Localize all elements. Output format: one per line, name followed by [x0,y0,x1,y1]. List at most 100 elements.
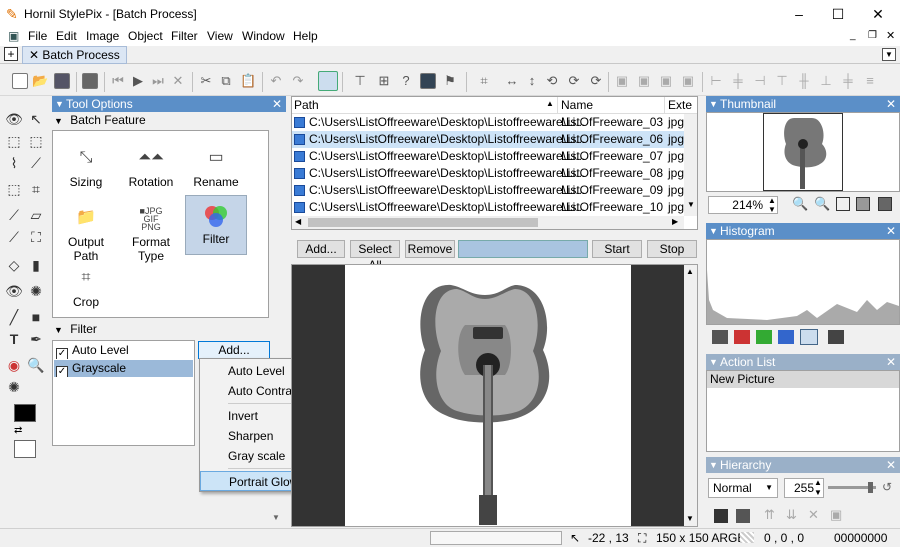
eye-icon[interactable]: 👁 [5,110,23,128]
flip-horizontal-icon[interactable]: ↔ [504,73,520,89]
batch-feature-collapse-icon[interactable]: ▼ [54,116,63,126]
actual-size-icon[interactable] [856,197,870,211]
flip-vertical-icon[interactable]: ↕ [524,73,540,89]
menu-view[interactable]: View [207,29,233,43]
menu-file[interactable]: File [28,29,47,43]
scroll-right-icon[interactable]: ▶ [672,217,678,226]
file-list-hscrollbar[interactable]: ◀ ▶ [292,216,684,229]
stop-icon[interactable]: ✕ [170,73,186,89]
crop-icon[interactable]: ⌗ [476,73,492,89]
color-picker-icon[interactable]: ◉ [5,356,23,374]
crop-tool-icon[interactable]: ⌗ [27,180,45,198]
hand-icon[interactable]: ✺ [5,378,23,396]
fit-window-icon[interactable] [836,197,850,211]
remove-button[interactable]: Remove [405,240,455,258]
panel-toggle-icon[interactable] [318,71,338,91]
swap-colors-icon[interactable]: ⇄ [14,426,26,436]
hierarchy-close-icon[interactable]: ✕ [886,457,896,473]
background-color-swatch[interactable] [14,440,36,458]
eraser-icon[interactable]: ▱ [27,206,45,224]
zoom-spin-icon[interactable]: ▲ [768,196,776,205]
red-eye-icon[interactable]: 👁 [5,282,23,300]
first-icon[interactable]: ⏮ [110,73,126,89]
help-grid-icon[interactable]: ? [398,73,414,89]
move-down-icon[interactable]: ⇊ [786,507,797,523]
collapse-icon[interactable]: ▼ [55,96,64,112]
collapse-icon[interactable]: ▼ [709,354,718,370]
rotate-right-icon[interactable]: ⟳ [566,73,582,89]
filter-collapse-icon[interactable]: ▼ [54,325,63,335]
ruler-icon[interactable]: ⊞ [376,73,392,89]
scroll-down-icon[interactable]: ▼ [687,200,695,209]
marquee-icon[interactable]: ⬚ [27,132,45,150]
menu-object[interactable]: Object [128,29,163,43]
zoom-icon[interactable]: 🔍 [27,356,45,374]
distribute-h-icon[interactable]: ╪ [840,73,856,89]
channel-red-icon[interactable] [734,330,750,344]
scroll-left-icon[interactable]: ◀ [295,217,301,226]
thumbnail-close-icon[interactable]: ✕ [886,96,896,112]
pin-icon[interactable]: ⚑ [442,73,458,89]
menu-window[interactable]: Window [242,29,285,43]
zoom-out-icon[interactable]: 🔍 [814,196,830,212]
start-button[interactable]: Start [592,240,642,258]
mdi-restore-icon[interactable]: ❐ [868,30,877,41]
file-row[interactable]: C:\Users\ListOffreeware\Desktop\Listoffr… [292,199,684,216]
align-right-icon[interactable]: ⊣ [752,73,768,89]
rotate-90-icon[interactable]: ⟳ [588,73,604,89]
zoom-spin-icon[interactable]: ▼ [768,205,776,214]
clone-icon[interactable]: ⟋ [5,228,23,246]
menu-image[interactable]: Image [86,29,119,43]
transform-icon[interactable]: ⬚ [5,180,23,198]
open-icon[interactable]: 📂 [32,73,48,89]
new-tab-icon[interactable]: + [4,47,18,61]
collapse-icon[interactable]: ▼ [709,96,718,112]
fill-icon[interactable]: ⛶ [27,228,45,246]
file-row-selected[interactable]: C:\Users\ListOffreeware\Desktop\Listoffr… [292,131,684,148]
batch-item-rotation[interactable]: ⏶⏶ Rotation [120,139,182,199]
arrange-forward-icon[interactable]: ▣ [636,73,652,89]
foreground-color-swatch[interactable] [14,404,36,422]
file-list-scrollbar[interactable]: ▼ [684,114,697,216]
file-row[interactable]: C:\Users\ListOffreeware\Desktop\Listoffr… [292,148,684,165]
copy-icon[interactable]: ⧉ [218,73,234,89]
file-row[interactable]: C:\Users\ListOffreeware\Desktop\Listoffr… [292,114,684,131]
scroll-thumb[interactable] [308,218,538,227]
reset-icon[interactable]: ↺ [882,480,892,494]
channel-luminance-icon[interactable] [800,329,818,345]
tab-close-icon[interactable]: ✕ [29,48,39,62]
opacity-slider-thumb[interactable] [868,482,873,493]
select-all-button[interactable]: Select All [350,240,400,272]
scroll-down-icon[interactable]: ▼ [272,513,280,522]
align-center-icon[interactable]: ╪ [730,73,746,89]
cut-icon[interactable]: ✂ [198,73,214,89]
file-row[interactable]: C:\Users\ListOffreeware\Desktop\Listoffr… [292,165,684,182]
print-icon[interactable] [82,73,98,89]
new-icon[interactable] [12,73,28,89]
menu-filter[interactable]: Filter [171,29,198,43]
delete-layer-icon[interactable]: ✕ [808,507,819,523]
shape-icon[interactable]: ■ [27,308,45,326]
tool-options-close-icon[interactable]: ✕ [272,96,282,112]
brush-icon[interactable]: ⟋ [5,206,23,224]
align-bottom-icon[interactable]: ⊥ [818,73,834,89]
channel-all-icon[interactable] [828,330,844,344]
filter-item-selected[interactable]: ✓ Grayscale [54,360,193,377]
rotate-left-icon[interactable]: ⟲ [544,73,560,89]
maximize-button[interactable]: ☐ [823,4,853,24]
tab-batch-process[interactable]: ✕ Batch Process [22,46,127,64]
menu-edit[interactable]: Edit [56,29,77,43]
grid-icon[interactable]: ⊤ [352,73,368,89]
pen-icon[interactable]: ✒ [27,330,45,348]
redo-icon[interactable]: ↷ [290,73,306,89]
last-icon[interactable]: ⏭ [150,73,166,89]
batch-item-sizing[interactable]: ⤡ Sizing [55,139,117,199]
collapse-icon[interactable]: ▼ [709,223,718,239]
scroll-down-icon[interactable]: ▼ [686,514,694,523]
duplicate-layer-icon[interactable] [736,509,750,523]
stop-button[interactable]: Stop [647,240,697,258]
scroll-up-icon[interactable]: ▲ [686,267,694,276]
channel-green-icon[interactable] [756,330,772,344]
action-item[interactable]: New Picture [707,371,899,388]
move-up-icon[interactable]: ⇈ [764,507,775,523]
